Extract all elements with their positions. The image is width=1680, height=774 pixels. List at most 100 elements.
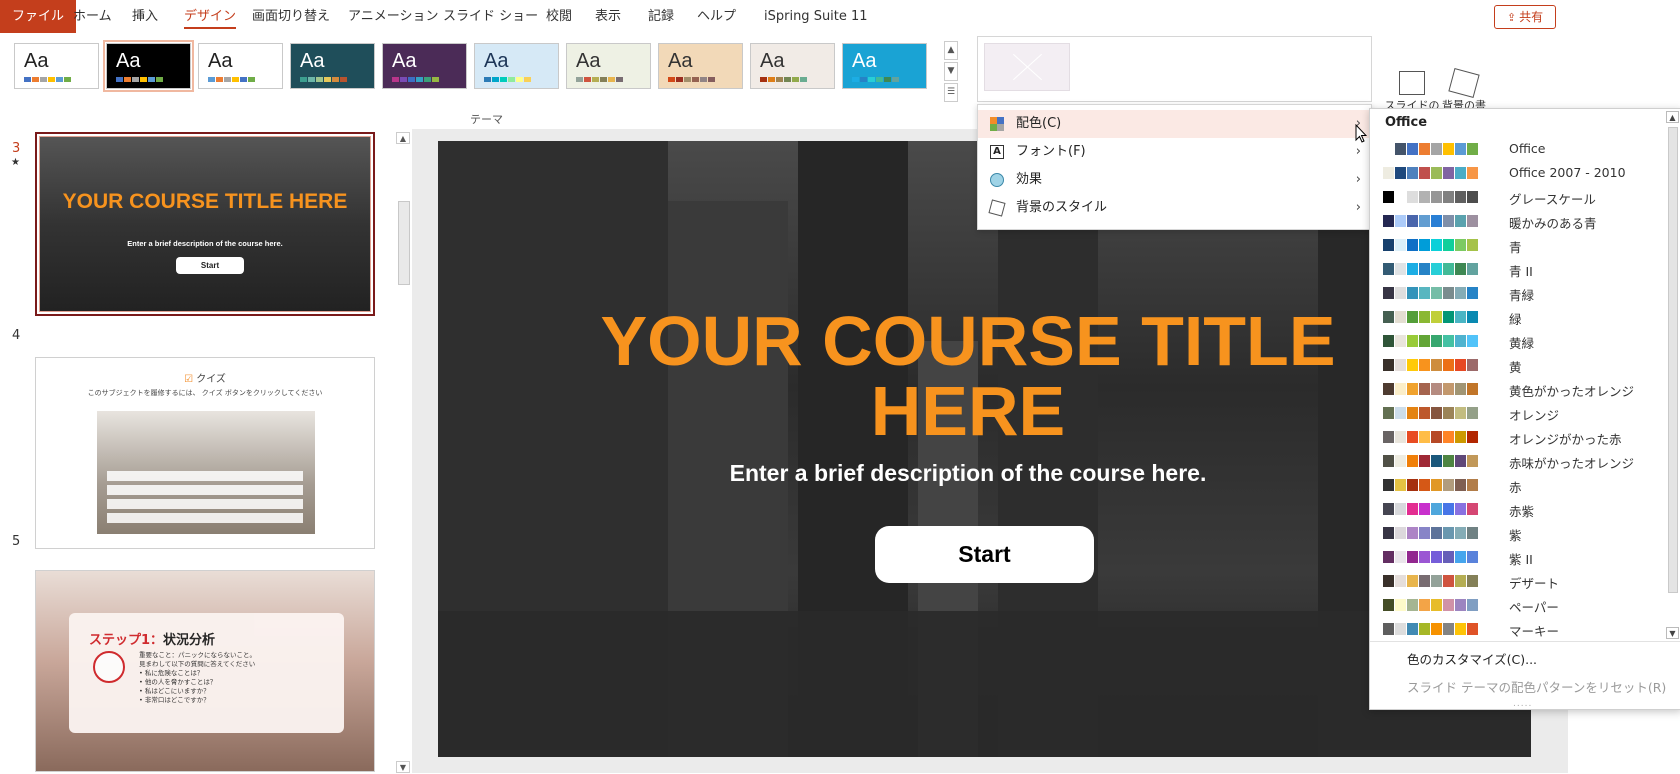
color-swatch: [1383, 335, 1395, 347]
variant-menu-item[interactable]: A フォント(F) ›: [978, 138, 1371, 166]
color-swatch: [1383, 311, 1395, 323]
ribbon-tab[interactable]: 表示: [595, 0, 621, 33]
color-scheme-item[interactable]: オレンジ: [1383, 402, 1653, 424]
share-button[interactable]: ⇪ 共有: [1494, 5, 1556, 29]
color-scheme-item[interactable]: 赤紫: [1383, 498, 1653, 520]
ribbon-tab[interactable]: ヘルプ: [697, 0, 736, 33]
variant-menu-item[interactable]: 配色(C) ›: [978, 110, 1371, 138]
slide-description[interactable]: Enter a brief description of the course …: [588, 460, 1348, 487]
color-scheme-name: 黄緑: [1509, 336, 1535, 351]
color-scheme-item[interactable]: デザート: [1383, 570, 1653, 592]
color-scheme-item[interactable]: 紫 II: [1383, 546, 1653, 568]
ribbon-tab[interactable]: スライド ショー: [443, 0, 538, 33]
color-scheme-item[interactable]: グレースケール: [1383, 186, 1653, 208]
color-swatch: [1419, 359, 1431, 371]
color-scheme-item[interactable]: ペーパー: [1383, 594, 1653, 616]
theme-color-swatch: [124, 77, 131, 82]
variant-thumbnail[interactable]: [984, 43, 1070, 91]
variant-menu-item[interactable]: 背景のスタイル ›: [978, 194, 1371, 222]
color-scheme-item[interactable]: マーキー: [1383, 618, 1653, 640]
color-swatch: [1395, 167, 1407, 179]
customize-colors-item[interactable]: 色のカスタマイズ(C)...: [1407, 649, 1537, 668]
color-scheme-item[interactable]: 赤: [1383, 474, 1653, 496]
color-swatch: [1455, 239, 1467, 251]
menu-separator: [1370, 641, 1680, 642]
color-swatch: [1443, 215, 1455, 227]
gallery-up-button[interactable]: ▲: [944, 41, 958, 60]
gallery-down-button[interactable]: ▼: [944, 62, 958, 81]
scroll-up-button[interactable]: ▲: [1666, 111, 1679, 123]
color-swatch: [1395, 551, 1407, 563]
variant-menu-item[interactable]: 効果 ›: [978, 166, 1371, 194]
color-swatch: [1419, 479, 1431, 491]
color-scheme-item[interactable]: 赤味がかったオレンジ: [1383, 450, 1653, 472]
menu-resize-grip[interactable]: .....: [1513, 699, 1532, 709]
color-scheme-swatches: [1383, 215, 1479, 227]
ribbon-tab[interactable]: 記録: [648, 0, 674, 33]
ribbon-tab[interactable]: デザイン: [184, 0, 237, 33]
theme-color-swatch: [148, 77, 155, 82]
scroll-up-button[interactable]: ▲: [396, 132, 410, 144]
theme-color-swatch: [400, 77, 407, 82]
color-swatch: [1383, 503, 1395, 515]
color-swatch: [1395, 623, 1407, 635]
theme-thumbnail[interactable]: Aa: [382, 43, 467, 89]
slide-title[interactable]: YOUR COURSE TITLE HERE: [588, 306, 1348, 446]
color-scheme-item[interactable]: 黄色がかったオレンジ: [1383, 378, 1653, 400]
slide-thumbnail-5[interactable]: ステップ1：状況分析 重要なこと：パニックにならないこと。 見まわして以下の質問…: [35, 570, 375, 772]
color-scheme-item[interactable]: オレンジがかった赤: [1383, 426, 1653, 448]
ribbon-tab[interactable]: 挿入: [132, 0, 158, 33]
scroll-down-button[interactable]: ▼: [396, 761, 410, 773]
theme-thumbnail[interactable]: Aa: [14, 43, 99, 89]
slide-thumbnail-4[interactable]: ☑ クイズ このサブジェクトを履修するには、 クイズ ボタンをクリックしてくださ…: [35, 357, 375, 549]
theme-color-swatch: [424, 77, 431, 82]
ribbon-tab[interactable]: アニメーション: [348, 0, 438, 33]
color-scheme-item[interactable]: 青 II: [1383, 258, 1653, 280]
ribbon-tab[interactable]: iSpring Suite 11: [764, 0, 868, 33]
theme-thumbnail[interactable]: Aa: [750, 43, 835, 89]
ribbon-tab[interactable]: ホーム: [73, 0, 112, 33]
color-swatch: [1431, 167, 1443, 179]
slide-start-button[interactable]: Start: [875, 526, 1094, 583]
color-scheme-item[interactable]: 青: [1383, 234, 1653, 256]
theme-thumbnail[interactable]: Aa: [290, 43, 375, 89]
theme-thumbnail[interactable]: Aa: [566, 43, 651, 89]
theme-thumbnail[interactable]: Aa: [198, 43, 283, 89]
main-slide[interactable]: YOUR COURSE TITLE HERE Enter a brief des…: [438, 141, 1531, 757]
theme-thumbnail[interactable]: Aa: [658, 43, 743, 89]
theme-thumbnail[interactable]: Aa: [842, 43, 927, 89]
color-swatch: [1395, 407, 1407, 419]
ribbon-tab[interactable]: ファイル: [0, 0, 77, 33]
theme-color-swatch: [508, 77, 515, 82]
color-swatch: [1407, 527, 1419, 539]
color-scheme-item[interactable]: 緑: [1383, 306, 1653, 328]
color-swatch: [1395, 575, 1407, 587]
color-list-scrollbar[interactable]: ▲ ▼: [1666, 111, 1679, 639]
theme-thumbnail[interactable]: Aa: [103, 40, 194, 92]
color-swatch: [1431, 599, 1443, 611]
color-scheme-item[interactable]: 青緑: [1383, 282, 1653, 304]
color-scheme-item[interactable]: 紫: [1383, 522, 1653, 544]
color-scheme-swatches: [1383, 551, 1479, 563]
color-swatch: [1383, 191, 1395, 203]
color-scheme-item[interactable]: 黄緑: [1383, 330, 1653, 352]
gallery-more-button[interactable]: ☰: [944, 83, 958, 102]
ribbon-tab[interactable]: 画面切り替え: [252, 0, 330, 33]
theme-thumbnail[interactable]: Aa: [474, 43, 559, 89]
color-swatch: [1431, 335, 1443, 347]
color-scheme-item[interactable]: Office: [1383, 138, 1653, 160]
color-swatch: [1455, 575, 1467, 587]
color-scheme-name: オレンジ: [1509, 408, 1560, 423]
color-scheme-item[interactable]: Office 2007 - 2010: [1383, 162, 1653, 184]
color-scheme-name: オレンジがかった赤: [1509, 432, 1622, 447]
slide-panel-scrollbar[interactable]: ▲ ▼: [396, 129, 410, 773]
color-swatch: [1395, 431, 1407, 443]
slide-thumbnail-3[interactable]: YOUR COURSE TITLE HERE Enter a brief des…: [35, 132, 375, 316]
color-scheme-item[interactable]: 黄: [1383, 354, 1653, 376]
ribbon-tab[interactable]: 校閲: [546, 0, 572, 33]
scroll-down-button[interactable]: ▼: [1666, 627, 1679, 639]
color-swatch: [1455, 167, 1467, 179]
color-scheme-item[interactable]: 暖かみのある青: [1383, 210, 1653, 232]
scroll-thumb[interactable]: [1668, 127, 1678, 593]
scroll-thumb[interactable]: [398, 201, 410, 285]
